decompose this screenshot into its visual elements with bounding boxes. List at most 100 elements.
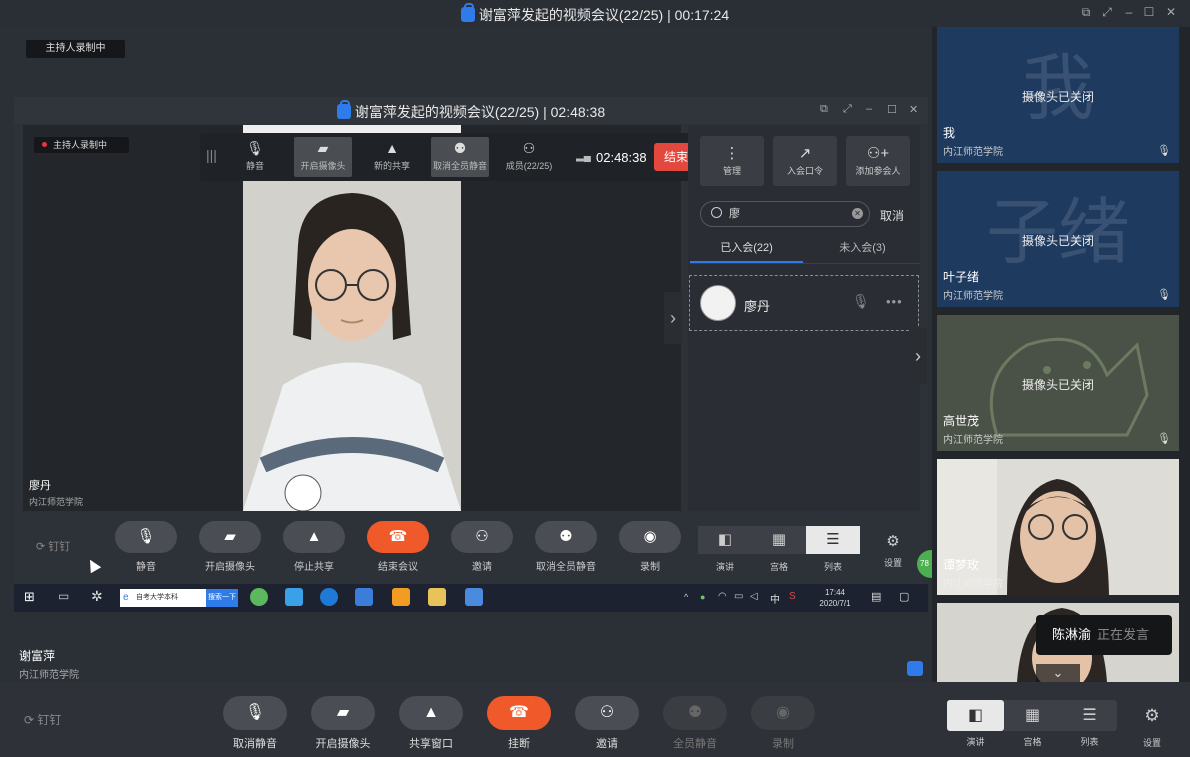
dingding-logo: ⟳ 钉钉 bbox=[24, 713, 62, 727]
speaker-view-icon: ◧ bbox=[947, 700, 1004, 731]
add-member-button[interactable]: ⚇+ 添加参会人 bbox=[846, 136, 910, 186]
app-dingtalk-icon[interactable] bbox=[320, 588, 338, 606]
tray-s-icon[interactable]: S bbox=[789, 591, 796, 602]
inner-stop-share-button[interactable]: ▲ 停止共享 bbox=[277, 521, 351, 573]
participant-tile[interactable]: 谭梦玫 内江师范学院 🎙 bbox=[937, 459, 1179, 595]
dingding-logo: ⟳ 钉钉 bbox=[36, 541, 71, 553]
inner-record-button[interactable]: ◉ 录制 bbox=[613, 521, 687, 573]
share-window-button[interactable]: ▲ 共享窗口 bbox=[391, 696, 471, 751]
microphone-muted-icon: 🎙 bbox=[1157, 145, 1171, 157]
fb-timer: 02:48:38 bbox=[596, 150, 647, 165]
input-language[interactable]: 中 bbox=[770, 591, 780, 606]
folder-icon[interactable] bbox=[428, 588, 446, 606]
fullscreen-icon[interactable]: ⤢ bbox=[1099, 5, 1115, 20]
member-name: 廖丹 bbox=[744, 299, 771, 314]
tray-chevron-up-icon[interactable]: ^ bbox=[684, 592, 688, 602]
lock-icon bbox=[336, 100, 351, 119]
participant-tile[interactable]: 子绪 摄像头已关闭 叶子绪 内江师范学院 🎙 bbox=[937, 171, 1179, 307]
task-view-icon[interactable]: ▭ bbox=[58, 589, 69, 603]
clear-icon[interactable]: ✕ bbox=[852, 208, 863, 219]
drag-handle-icon[interactable]: ||| bbox=[206, 147, 217, 163]
inner-view-grid[interactable]: ▦ 宫格 bbox=[752, 526, 806, 573]
user-icon: ⚇ bbox=[522, 140, 536, 156]
minimize-button[interactable]: – bbox=[1121, 5, 1137, 19]
fb-new-share-button[interactable]: ▲ 新的共享 bbox=[363, 137, 421, 177]
signal-icon: ▂▄ bbox=[576, 151, 591, 162]
invite-button[interactable]: ⚇ 邀请 bbox=[567, 696, 647, 751]
app-360-icon[interactable] bbox=[250, 588, 268, 606]
manage-button[interactable]: ⋮ 管理 bbox=[700, 136, 764, 186]
view-grid[interactable]: ▦ 宫格 bbox=[1004, 700, 1061, 748]
inner-end-meeting-button[interactable]: ☎ 结束会议 bbox=[361, 521, 435, 573]
chevron-right-icon[interactable]: › bbox=[664, 292, 682, 344]
tray-app-icon[interactable]: ● bbox=[700, 592, 705, 602]
volume-icon[interactable]: ◁ bbox=[750, 591, 758, 602]
maximize-button[interactable]: ☐ bbox=[1141, 5, 1157, 19]
record-button[interactable]: ◉ 录制 bbox=[743, 696, 823, 751]
search-cancel-button[interactable]: 取消 bbox=[880, 207, 904, 224]
app-dingtalk2-icon[interactable] bbox=[355, 588, 373, 606]
chevron-right-icon[interactable]: › bbox=[909, 328, 927, 384]
browser-search-input[interactable]: e 自考大学本科 bbox=[120, 589, 206, 607]
inner-window-title: 谢富萍发起的视频会议(22/25) | 02:48:38 bbox=[354, 104, 606, 120]
microphone-muted-icon: 🎙 bbox=[1157, 577, 1171, 589]
video-participant-org: 内江师范学院 bbox=[29, 497, 84, 507]
unmute-button[interactable]: 🎙 取消静音 bbox=[215, 696, 295, 751]
browser-search-button[interactable]: 搜索一下 bbox=[206, 589, 238, 607]
users-mute-icon: ⚉ bbox=[535, 521, 597, 553]
member-search-input[interactable]: 廖 bbox=[700, 201, 870, 227]
fb-mute-button[interactable]: 🎙 静音 bbox=[226, 137, 284, 177]
windows-start-icon[interactable]: ⊞ bbox=[24, 589, 35, 605]
app-ppt-icon[interactable] bbox=[392, 588, 410, 606]
camera-button[interactable]: ▰ 开启摄像头 bbox=[303, 696, 383, 751]
app-video-icon[interactable] bbox=[285, 588, 303, 606]
fb-members-button[interactable]: ⚇ 成员(22/25) bbox=[500, 137, 558, 177]
microphone-muted-icon: 🎙 bbox=[1157, 433, 1171, 445]
speaker-view-icon: ◧ bbox=[698, 526, 752, 554]
inner-unmute-all-button[interactable]: ⚉ 取消全员静音 bbox=[529, 521, 603, 573]
participant-tile[interactable]: 摄像头已关闭 高世茂 内江师范学院 🎙 bbox=[937, 315, 1179, 451]
inner-camera-button[interactable]: ▰ 开启摄像头 bbox=[193, 521, 267, 573]
action-center-icon[interactable]: ▢ bbox=[899, 590, 909, 603]
taskbar-clock[interactable]: 17:44 2020/7/1 bbox=[812, 587, 858, 609]
chat-icon[interactable] bbox=[907, 661, 923, 676]
app-meeting-icon[interactable] bbox=[465, 588, 483, 606]
invite-code-button[interactable]: ↗ 入会口令 bbox=[773, 136, 837, 186]
battery-icon[interactable]: ▭ bbox=[734, 591, 743, 602]
inner-close-icon: ✕ bbox=[909, 104, 919, 116]
camera-off-icon: ▰ bbox=[199, 521, 261, 553]
inner-view-speaker[interactable]: ◧ 演讲 bbox=[698, 526, 752, 573]
share-icon: ▲ bbox=[399, 696, 463, 730]
microphone-icon: 🎙 bbox=[115, 521, 177, 553]
more-icon[interactable]: ••• bbox=[886, 294, 903, 309]
inner-view-list[interactable]: ☰ 列表 bbox=[806, 526, 860, 573]
inner-fullscreen-icon: ⤢ bbox=[843, 103, 852, 115]
inner-settings-button[interactable]: ⚙ 设置 bbox=[882, 532, 904, 569]
external-link-icon: ↗ bbox=[798, 145, 812, 162]
tab-joined[interactable]: 已入会(22) bbox=[690, 239, 803, 255]
microphone-icon: 🎙 bbox=[246, 140, 264, 156]
mute-all-button[interactable]: ⚉ 全员静音 bbox=[655, 696, 735, 751]
fb-camera-button[interactable]: ▰ 开启摄像头 bbox=[294, 137, 352, 177]
hangup-button[interactable]: ☎ 挂断 bbox=[479, 696, 559, 751]
participant-video-image bbox=[243, 125, 461, 512]
wifi-icon[interactable]: ◠ bbox=[718, 591, 727, 602]
settings-button[interactable]: ⚙ 设置 bbox=[1140, 706, 1164, 749]
chevron-down-icon[interactable]: ⌄ bbox=[1036, 664, 1080, 682]
hangup-icon: ☎ bbox=[367, 521, 429, 553]
view-speaker[interactable]: ◧ 演讲 bbox=[947, 700, 1004, 748]
inner-mute-button[interactable]: 🎙 静音 bbox=[109, 521, 183, 573]
participant-tile[interactable]: 我 摄像头已关闭 我 内江师范学院 🎙 bbox=[937, 27, 1179, 163]
popout-icon[interactable]: ⧉ bbox=[1078, 5, 1094, 20]
view-list[interactable]: ☰ 列表 bbox=[1061, 700, 1118, 748]
fb-unmute-all-button[interactable]: ⚉ 取消全员静音 bbox=[431, 137, 489, 177]
share-icon: ▲ bbox=[283, 521, 345, 553]
participant-video bbox=[243, 125, 461, 512]
tab-not-joined[interactable]: 未入会(3) bbox=[806, 239, 919, 255]
app-pinwheel-icon[interactable]: ✲ bbox=[91, 588, 103, 605]
notification-icon[interactable]: ▤ bbox=[871, 590, 881, 603]
inner-invite-button[interactable]: ⚇ 邀请 bbox=[445, 521, 519, 573]
add-user-icon: ⚇ bbox=[575, 696, 639, 730]
window-title-bar: 谢富萍发起的视频会议(22/25) | 00:17:24 ⧉ ⤢ – ☐ ✕ bbox=[0, 0, 1190, 27]
close-button[interactable]: ✕ bbox=[1163, 5, 1179, 19]
